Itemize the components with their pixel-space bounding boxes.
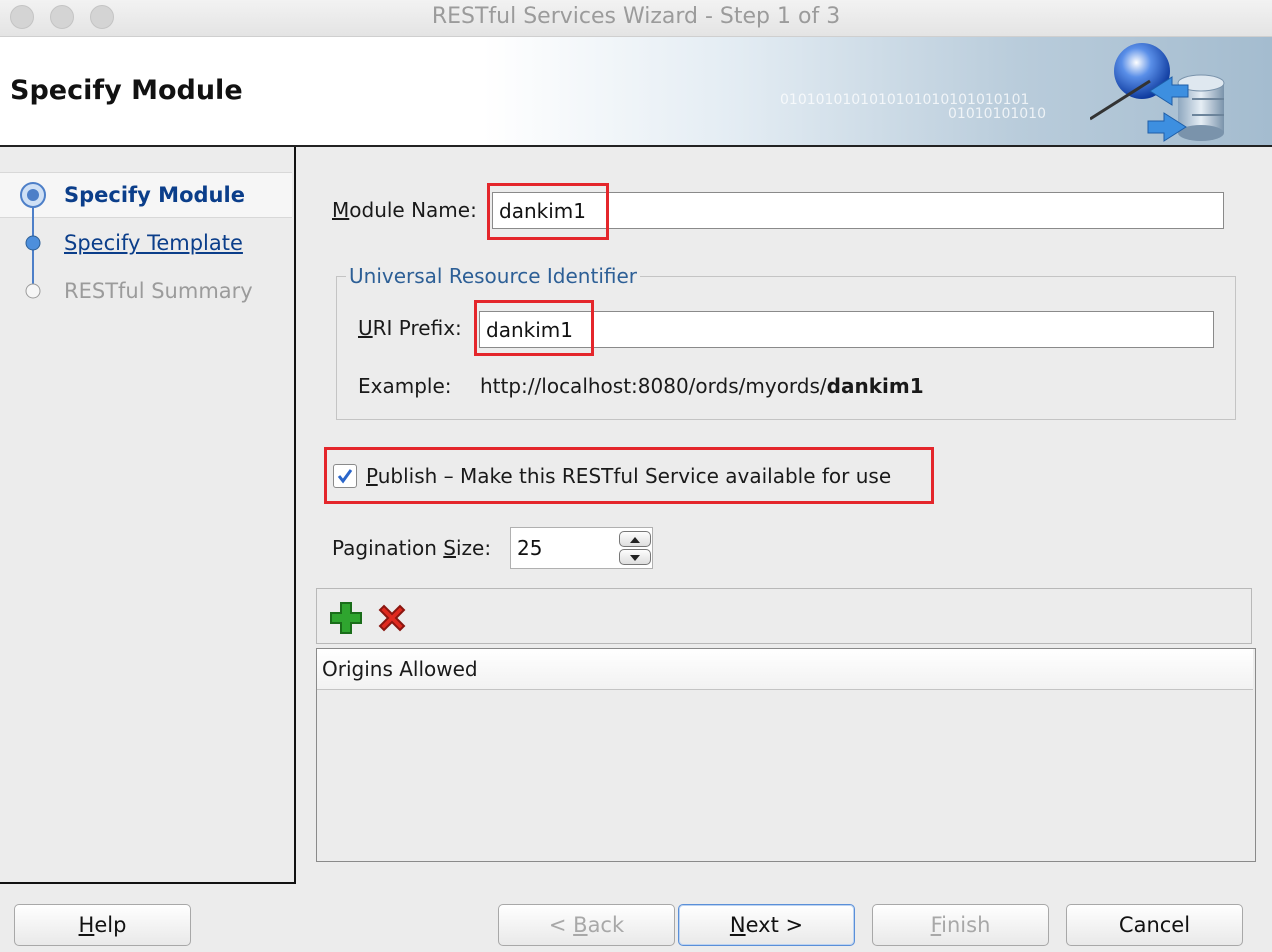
step-specify-module: Specify Module (64, 183, 245, 207)
window-title: RESTful Services Wizard - Step 1 of 3 (431, 4, 841, 29)
origins-allowed-column[interactable]: Origins Allowed (322, 657, 478, 681)
cancel-button[interactable]: Cancel (1066, 904, 1243, 946)
pagination-size-spinner[interactable] (510, 527, 653, 569)
example-label: Example: (358, 374, 452, 398)
wizard-steps-nav: Specify Module Specify Template RESTful … (0, 147, 296, 884)
uri-prefix-highlight (474, 300, 594, 356)
delete-icon[interactable] (375, 601, 409, 635)
module-name-label: Module Name: (332, 198, 477, 222)
binary-decoration: 0101010101010101010101010101 01010101010 (780, 93, 1046, 121)
window-titlebar: RESTful Services Wizard - Step 1 of 3 (0, 0, 1272, 37)
pagination-size-input[interactable] (511, 528, 615, 568)
step-restful-summary: RESTful Summary (64, 279, 253, 303)
publish-highlight (324, 447, 934, 504)
back-button[interactable]: < Back (498, 904, 675, 946)
origins-toolbar (316, 588, 1252, 644)
database-sync-icon (1090, 43, 1225, 142)
help-button[interactable]: Help (14, 904, 191, 946)
uri-prefix-label: URI Prefix: (358, 316, 462, 340)
next-button[interactable]: Next > (678, 904, 855, 946)
uri-group-box (336, 276, 1236, 420)
page-title: Specify Module (10, 75, 243, 106)
wizard-header: Specify Module 0101010101010101010101010… (0, 37, 1272, 147)
example-url: http://localhost:8080/ords/myords/dankim… (480, 374, 924, 398)
module-name-highlight (487, 183, 609, 240)
step-specify-template-link[interactable]: Specify Template (64, 231, 243, 255)
origins-table[interactable]: Origins Allowed (316, 648, 1256, 862)
spinner-down-button[interactable] (619, 549, 651, 565)
spinner-up-button[interactable] (619, 531, 651, 547)
finish-button[interactable]: Finish (872, 904, 1049, 946)
add-icon[interactable] (329, 601, 363, 635)
origins-table-header: Origins Allowed (317, 649, 1253, 690)
arrow-down-icon (630, 555, 640, 561)
step-track-icon (20, 182, 46, 299)
uri-group-legend: Universal Resource Identifier (346, 264, 640, 288)
binary-line-2: 01010101010 (948, 106, 1046, 122)
pagination-size-label: Pagination Size: (332, 536, 492, 560)
arrow-up-icon (630, 537, 640, 543)
binary-line-1: 0101010101010101010101010101 (780, 92, 1030, 108)
